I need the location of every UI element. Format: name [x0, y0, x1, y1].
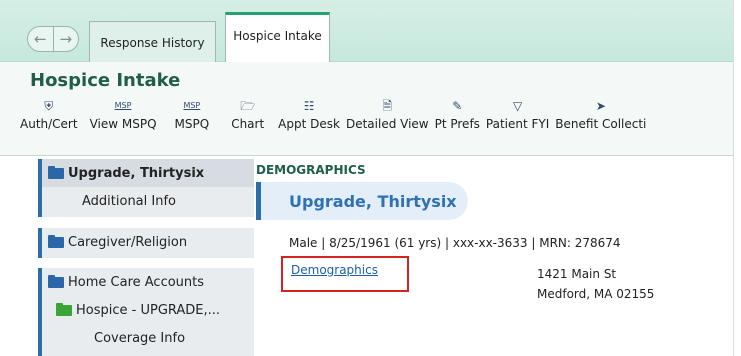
address-line-2: Medford, MA 02155 [537, 287, 655, 301]
tab-hospice-intake-label: Hospice Intake [233, 29, 322, 43]
view-mspq-button[interactable]: MSP View MSPQ [90, 98, 157, 131]
window-edge [733, 0, 741, 356]
sidebar-group-caregiver[interactable]: Caregiver/Religion [38, 228, 254, 258]
patient-address: 1421 Main St Medford, MA 02155 [537, 264, 654, 304]
demographics-panel: DEMOGRAPHICS Upgrade, Thirtysix Male | 8… [256, 156, 741, 356]
filter-icon: ▽ [512, 99, 523, 113]
patient-fyi-button[interactable]: ▽ Patient FYI [486, 98, 549, 131]
nav-arrows: ← → [27, 26, 79, 52]
pin-icon: ➤ [595, 99, 606, 113]
document-export-icon: 🗎 [382, 99, 393, 113]
pt-prefs-button[interactable]: ✎ Pt Prefs [435, 98, 480, 131]
address-line-1: 1421 Main St [537, 267, 617, 281]
folder-icon [48, 234, 64, 248]
chart-button[interactable]: 🗁 Chart [231, 98, 264, 131]
demographics-link[interactable]: Demographics [291, 263, 378, 277]
msp-icon: MSP [114, 101, 132, 110]
sidebar-item-additional-info[interactable]: Additional Info [42, 187, 254, 215]
patient-name: Upgrade, Thirtysix [289, 191, 457, 211]
sidebar-item-patient[interactable]: Upgrade, Thirtysix [42, 159, 254, 187]
sidebar-item-caregiver[interactable]: Caregiver/Religion [42, 228, 254, 256]
activity-title: Hospice Intake [30, 70, 181, 91]
shield-icon: ⛨ [44, 99, 54, 113]
section-title: DEMOGRAPHICS [256, 163, 366, 177]
folder-icon: 🗁 [240, 99, 256, 113]
intake-sidebar: Upgrade, Thirtysix Additional Info Careg… [28, 156, 256, 356]
back-arrow-icon[interactable]: ← [28, 27, 53, 51]
activity-header: Hospice Intake ⛨ Auth/Cert MSP View MSPQ… [0, 62, 741, 156]
appt-desk-button[interactable]: ☷ Appt Desk [278, 98, 340, 131]
pencil-icon: ✎ [452, 99, 463, 113]
tab-hospice-intake[interactable]: Hospice Intake [225, 12, 330, 63]
tab-response-history[interactable]: Response History [89, 21, 216, 63]
workspace-tab-bar: ← → Response History Hospice Intake [0, 0, 741, 63]
patient-name-banner: Upgrade, Thirtysix [256, 182, 468, 220]
sidebar-item-coverage-info[interactable]: Coverage Info [42, 324, 254, 352]
folder-open-icon [56, 302, 72, 316]
sidebar-item-hospice-account[interactable]: Hospice - UPGRADE,... [42, 296, 254, 324]
sidebar-item-home-care[interactable]: Home Care Accounts [42, 268, 254, 296]
sidebar-group-home-care[interactable]: Home Care Accounts Hospice - UPGRADE,...… [38, 268, 254, 356]
detailed-view-button[interactable]: 🗎 Detailed View [346, 98, 429, 131]
mspq-button[interactable]: MSP MSPQ [175, 98, 210, 131]
patient-summary: Male | 8/25/1961 (61 yrs) | xxx-xx-3633 … [289, 236, 621, 250]
tab-response-history-label: Response History [100, 35, 205, 50]
sidebar-group-patient[interactable]: Upgrade, Thirtysix Additional Info [38, 159, 254, 217]
network-icon: ☷ [303, 99, 315, 113]
auth-cert-button[interactable]: ⛨ Auth/Cert [20, 98, 78, 131]
forward-arrow-icon[interactable]: → [52, 27, 79, 51]
folder-icon [48, 274, 64, 288]
activity-toolbar: ⛨ Auth/Cert MSP View MSPQ MSP MSPQ 🗁 Cha… [20, 98, 654, 131]
msp-icon: MSP [183, 101, 201, 110]
benefit-collection-button[interactable]: ➤ Benefit Collecti [555, 98, 646, 131]
folder-icon [48, 165, 64, 179]
